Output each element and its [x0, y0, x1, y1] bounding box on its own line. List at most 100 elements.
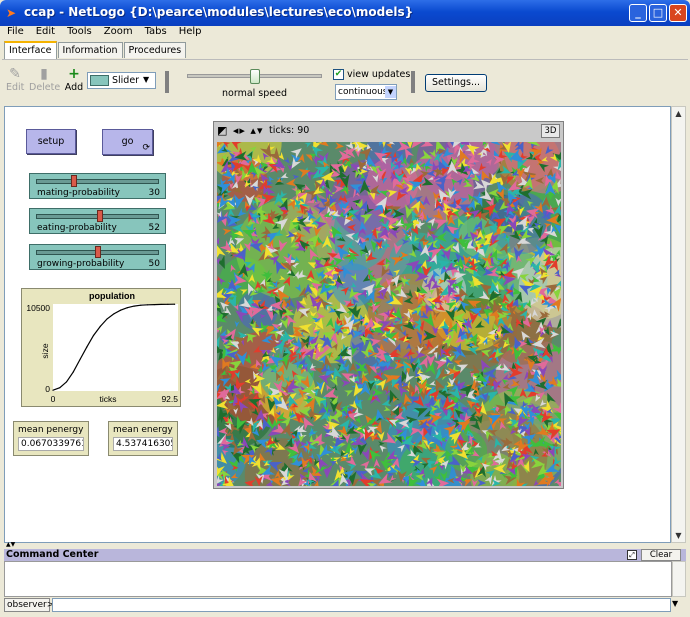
add-label: Add	[64, 82, 84, 93]
menu-tabs[interactable]: Tabs	[139, 26, 173, 38]
agent-type-selector[interactable]: observer>	[4, 598, 54, 612]
3d-view-button[interactable]: 3D	[541, 124, 560, 138]
monitor-label: mean penergy	[18, 425, 84, 435]
edit-label: Edit	[6, 82, 25, 93]
slider-value: 52	[148, 223, 160, 233]
interface-canvas: setup go ⟳ mating-probability 30 eating-…	[4, 106, 671, 543]
add-tool[interactable]: + Add	[63, 66, 85, 93]
scroll-down-icon[interactable]: ▼	[672, 529, 685, 542]
tab-strip: Interface Information Procedures	[4, 41, 187, 59]
plot-title: population	[89, 291, 135, 301]
turtle	[266, 180, 273, 186]
agent-type-label: observer>	[7, 600, 55, 610]
command-input[interactable]	[52, 598, 671, 612]
plot-point	[86, 346, 88, 348]
plot-point	[153, 303, 155, 306]
update-mode-value: continuous	[338, 87, 388, 97]
netlogo-app-icon: ➤	[6, 6, 17, 20]
turtle	[286, 178, 297, 187]
go-button[interactable]: go ⟳	[102, 129, 153, 155]
y-max-tick: 10500	[26, 303, 50, 313]
turtles-layer	[217, 142, 561, 486]
pop-out-icon[interactable]: ⤢	[627, 550, 637, 560]
slider-knob[interactable]	[71, 175, 78, 187]
turtle	[234, 320, 240, 328]
slider-knob[interactable]	[97, 210, 104, 222]
slider-value: 50	[148, 259, 160, 269]
x-max-tick: 92.5	[161, 394, 178, 404]
slider-value: 30	[148, 188, 160, 198]
update-mode-dropdown[interactable]: continuous ▼	[335, 84, 397, 100]
turtle	[383, 406, 391, 412]
command-center-header: Command Center ⤢ Clear	[4, 549, 686, 561]
chevron-down-icon: ▼	[385, 86, 396, 98]
menu-tools[interactable]: Tools	[61, 26, 98, 38]
pencil-icon: ✎	[9, 66, 21, 82]
y-min-tick: 0	[45, 384, 50, 394]
slider-eating-probability[interactable]: eating-probability 52	[29, 208, 166, 234]
monitor-value: 0.067033976124	[18, 437, 84, 451]
menu-edit[interactable]: Edit	[30, 26, 61, 38]
history-dropdown-icon[interactable]: ▼	[672, 599, 678, 608]
divider-arrows-icon[interactable]: ▲▼	[6, 542, 15, 548]
slider-label: eating-probability	[37, 223, 117, 233]
trash-icon: ▮	[40, 66, 48, 82]
slider-knob[interactable]	[95, 246, 101, 258]
ticks-counter: ticks: 90	[269, 125, 310, 136]
widget-type-dropdown[interactable]: Slider ▼	[87, 72, 156, 89]
turtle	[304, 142, 312, 148]
setup-button[interactable]: setup	[26, 129, 76, 154]
turtle	[334, 142, 345, 150]
delete-tool[interactable]: ▮ Delete	[29, 66, 60, 93]
check-icon: ✔	[334, 69, 343, 79]
menu-zoom[interactable]: Zoom	[98, 26, 139, 38]
interface-vertical-scrollbar[interactable]: ▲ ▼	[671, 106, 686, 543]
slider-track	[36, 179, 159, 184]
view-resize-controls[interactable]: ◩ ◂▸ ▴▾	[217, 124, 263, 137]
view-updates-label: view updates	[347, 69, 411, 80]
plus-icon: +	[68, 66, 80, 82]
view-updates-checkbox[interactable]: ✔	[333, 69, 344, 80]
clear-button[interactable]: Clear	[641, 549, 681, 561]
slider-label: growing-probability	[37, 259, 125, 269]
maximize-button[interactable]: □	[649, 4, 667, 22]
plot-point	[65, 381, 68, 383]
plot-point	[119, 309, 122, 311]
command-center-output[interactable]	[4, 561, 672, 597]
forever-loop-icon: ⟳	[142, 143, 150, 153]
command-center-title: Command Center	[6, 549, 99, 560]
toolbar-separator	[165, 71, 169, 93]
toolbar-separator	[411, 71, 415, 93]
x-axis-label: ticks	[100, 394, 117, 404]
window-title: ccap - NetLogo {D:\pearce\modules\lectur…	[24, 5, 414, 19]
menu-file[interactable]: File	[0, 26, 30, 38]
plot-point	[174, 303, 176, 305]
plot-point	[52, 389, 54, 391]
edit-tool[interactable]: ✎ Edit	[6, 66, 24, 93]
plot-point	[146, 304, 149, 306]
tab-information[interactable]: Information	[57, 42, 123, 58]
speed-slider-knob[interactable]	[249, 69, 260, 84]
world-view: ◩ ◂▸ ▴▾ ticks: 90 3D	[213, 121, 564, 489]
plot-point	[99, 325, 101, 327]
command-center-scrollbar[interactable]	[672, 561, 686, 597]
close-button[interactable]: ✕	[669, 4, 687, 22]
y-axis-label: size	[40, 343, 50, 358]
world-patches[interactable]	[217, 142, 561, 486]
plot-point	[106, 318, 108, 320]
turtle	[344, 390, 353, 397]
plot-point	[140, 304, 142, 306]
tab-procedures[interactable]: Procedures	[123, 42, 187, 58]
scroll-up-icon[interactable]: ▲	[672, 107, 685, 120]
tab-interface[interactable]: Interface	[4, 41, 57, 59]
settings-button[interactable]: Settings...	[425, 74, 487, 92]
plot-point	[160, 303, 162, 306]
slider-growing-probability[interactable]: growing-probability 50	[29, 244, 166, 270]
plot-point	[92, 334, 95, 337]
menu-help[interactable]: Help	[173, 26, 208, 38]
minimize-button[interactable]: _	[629, 4, 647, 22]
plot-point	[79, 358, 81, 361]
slider-mating-probability[interactable]: mating-probability 30	[29, 173, 166, 199]
plot-point	[133, 305, 135, 307]
plot-point	[126, 307, 128, 309]
